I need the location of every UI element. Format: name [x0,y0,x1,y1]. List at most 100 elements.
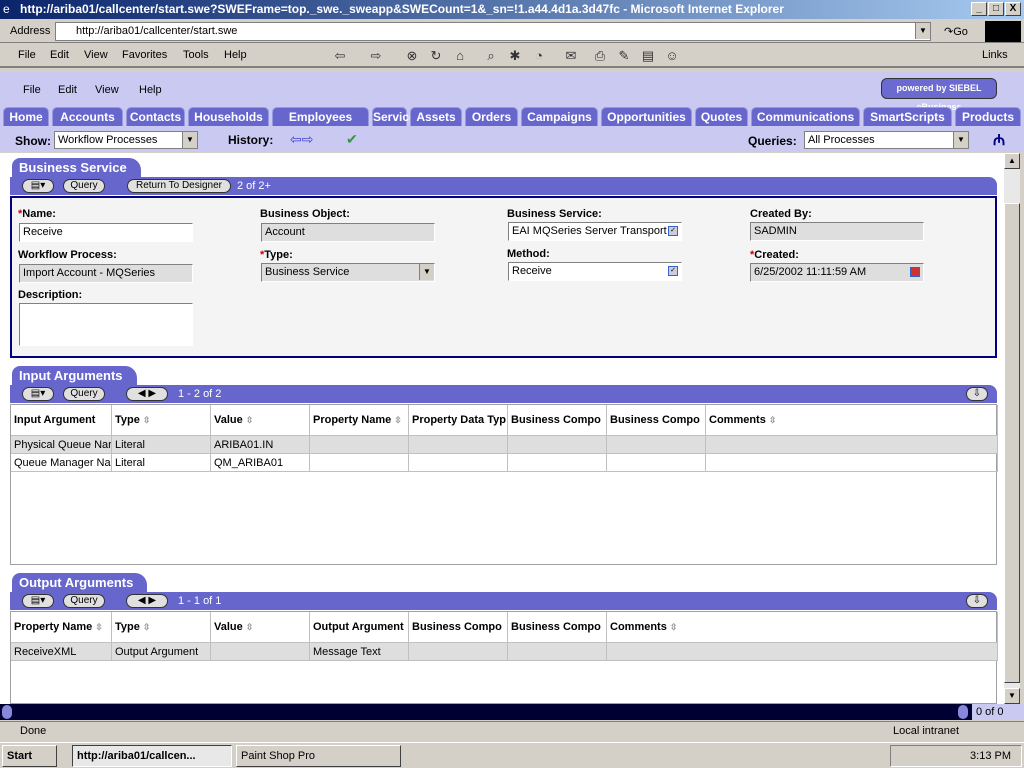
ie-menu-favorites[interactable]: Favorites [122,49,167,61]
minimize-button[interactable]: _ [971,2,987,16]
table-cell[interactable] [310,454,409,472]
created-by-field[interactable]: SADMIN [750,222,924,241]
table-cell[interactable]: Output Argument [112,643,211,661]
workflow-process-field[interactable]: Import Account - MQSeries [19,264,193,283]
refresh-icon[interactable]: ↻ [428,48,444,64]
applet-menu-button[interactable]: ▤▾ [22,387,54,401]
address-input[interactable]: http://ariba01/callcenter/start.swe ▼ [55,22,931,41]
column-header[interactable]: Business Compo [607,405,706,436]
applet-menu-button[interactable]: ▤▾ [22,594,54,608]
tab-home[interactable]: Home [3,107,49,126]
table-cell[interactable]: Physical Queue Nar [11,436,112,454]
stop-icon[interactable]: ⊗ [404,48,420,64]
query-button[interactable]: Query [63,594,105,608]
maximize-button[interactable]: □ [988,2,1004,16]
query-button[interactable]: Query [63,179,105,193]
column-header[interactable]: Comments ⇳ [607,612,998,643]
tab-campaigns[interactable]: Campaigns [521,107,598,126]
scroll-right-icon[interactable] [958,705,968,719]
column-header[interactable]: Property Data Typ [409,405,508,436]
history-button[interactable]: History: [228,133,273,147]
name-field[interactable]: Receive [19,223,193,242]
start-button[interactable]: Start [2,745,57,767]
queries-select[interactable]: All Processes ▼ [804,131,969,149]
table-cell[interactable] [706,454,998,472]
sort-icon[interactable]: ⇳ [95,622,103,632]
column-header[interactable]: Business Compo [508,612,607,643]
column-header[interactable]: Type ⇳ [112,612,211,643]
tab-quotes[interactable]: Quotes [695,107,748,126]
table-cell[interactable] [607,436,706,454]
expand-icon[interactable]: ⇩ [966,387,988,401]
table-cell[interactable] [310,436,409,454]
column-header[interactable]: Value ⇳ [211,405,310,436]
app-menu-help[interactable]: Help [139,84,162,96]
taskbar-item-ie[interactable]: http://ariba01/callcen... [72,745,232,767]
sort-icon[interactable]: ⇳ [246,415,254,425]
table-cell[interactable] [607,643,998,661]
query-button[interactable]: Query [63,387,105,401]
go-button[interactable]: ↷Go [944,25,968,38]
discuss-icon[interactable]: ▤ [640,48,656,64]
column-header[interactable]: Value ⇳ [211,612,310,643]
scroll-left-icon[interactable] [2,705,12,719]
scroll-thumb[interactable] [1004,203,1020,683]
tab-smartscripts[interactable]: SmartScripts [863,107,952,126]
sort-icon[interactable]: ⇳ [246,622,254,632]
links-button[interactable]: Links [982,49,1008,61]
pick-icon[interactable]: ✓ [668,226,678,236]
app-menu-edit[interactable]: Edit [58,84,77,96]
table-cell[interactable] [607,454,706,472]
ie-menu-tools[interactable]: Tools [183,49,209,61]
search-icon[interactable]: ⌕ [483,48,499,64]
tab-opportunities[interactable]: Opportunities [601,107,692,126]
expand-icon[interactable]: ⇩ [966,594,988,608]
tab-products[interactable]: Products [955,107,1021,126]
table-cell[interactable] [409,454,508,472]
taskbar-item-psp[interactable]: Paint Shop Pro [236,745,401,767]
show-select[interactable]: Workflow Processes ▼ [54,131,198,149]
ie-menu-file[interactable]: File [18,49,36,61]
messenger-icon[interactable]: ☺ [664,48,680,64]
column-header[interactable]: Comments ⇳ [706,405,998,436]
table-cell[interactable]: Literal [112,436,211,454]
table-cell[interactable] [508,436,607,454]
close-button[interactable]: X [1005,2,1021,16]
app-menu-view[interactable]: View [95,84,119,96]
table-cell[interactable]: QM_ARIBA01 [211,454,310,472]
business-object-field[interactable]: Account [261,223,435,242]
mail-icon[interactable]: ✉ [563,48,579,64]
ie-menu-help[interactable]: Help [224,49,247,61]
binoculars-icon[interactable]: ₼ [993,130,1005,150]
address-dropdown[interactable]: ▼ [915,23,930,39]
scroll-up-button[interactable]: ▲ [1004,153,1020,169]
sort-icon[interactable]: ⇳ [143,415,151,425]
sort-icon[interactable]: ⇳ [394,415,402,425]
ie-menu-edit[interactable]: Edit [50,49,69,61]
forward-icon[interactable]: ⇨ [368,48,384,64]
return-to-designer-button[interactable]: Return To Designer [127,179,231,193]
table-cell[interactable]: Queue Manager Nar [11,454,112,472]
bottom-scrollbar[interactable] [0,704,1004,720]
back-icon[interactable]: ⇦ [332,48,348,64]
tab-assets[interactable]: Assets [410,107,462,126]
pick-icon[interactable]: ✓ [668,266,678,276]
tab-accounts[interactable]: Accounts [52,107,123,126]
business-service-field[interactable]: EAI MQSeries Server Transport ✓ [508,222,682,241]
table-cell[interactable] [508,643,607,661]
column-header[interactable]: Property Name ⇳ [310,405,409,436]
column-header[interactable]: Output Argument [310,612,409,643]
column-header[interactable]: Business Compo [508,405,607,436]
history-icon[interactable]: ◔ [531,48,547,64]
history-back-forward-icon[interactable]: ⇦⇨ [290,131,313,148]
column-header[interactable]: Business Compo [409,612,508,643]
app-menu-file[interactable]: File [23,84,41,96]
table-cell[interactable] [409,643,508,661]
ie-menu-view[interactable]: View [84,49,108,61]
sort-icon[interactable]: ⇳ [143,622,151,632]
sort-icon[interactable]: ⇳ [670,622,678,632]
applet-menu-button[interactable]: ▤▾ [22,179,54,193]
sort-icon[interactable]: ⇳ [769,415,777,425]
tab-orders[interactable]: Orders [465,107,518,126]
column-header[interactable]: Property Name ⇳ [11,612,112,643]
